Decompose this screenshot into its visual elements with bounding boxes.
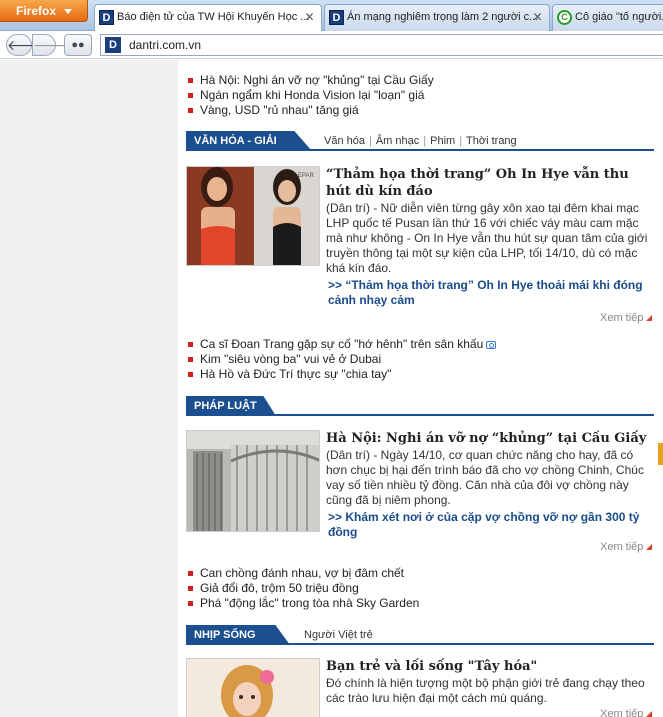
loading-favicon-icon: C xyxy=(557,10,572,25)
tab-co-giao[interactable]: C Cô giáo "tố người... xyxy=(552,4,663,31)
article-photo-house[interactable] xyxy=(186,430,320,532)
tab-an-mang[interactable]: D Án mạng nghiêm trọng làm 2 người c... … xyxy=(324,4,550,31)
related-link[interactable]: >> Khám xét nơi ở của cặp vợ chồng vỡ nợ… xyxy=(326,510,654,540)
section-sub-links: Người Việt trẻ xyxy=(300,629,377,641)
sub-link[interactable]: Phim xyxy=(426,135,459,147)
chevron-down-icon xyxy=(64,9,73,15)
article-lead: Đó chính là hiện tượng một bộ phận giới … xyxy=(326,676,645,705)
back-button[interactable]: 🡐 xyxy=(6,34,45,56)
tab-title: Báo điện tử của TW Hội Khuyến Học ... xyxy=(117,11,310,23)
sub-link[interactable]: Người Việt trẻ xyxy=(300,629,377,641)
read-more-label: Xem tiếp xyxy=(600,708,644,717)
read-more-label: Xem tiếp xyxy=(600,541,644,553)
list-item[interactable]: Ngán ngẩm khi Honda Vision lại "loạn" gi… xyxy=(186,88,654,103)
list-item-text: Ca sĩ Đoan Trang gặp sự cố "hớ hênh" trê… xyxy=(200,337,484,351)
read-more-link[interactable]: Xem tiếp xyxy=(600,541,653,553)
sub-link[interactable]: Văn hóa xyxy=(320,135,369,147)
users-icon: ●● xyxy=(71,39,85,51)
camera-icon xyxy=(486,340,497,349)
article-van-hoa: “Thảm họa thời trang” Oh In Hye vẫn thu … xyxy=(326,166,654,308)
dantri-favicon-icon: D xyxy=(329,10,344,25)
url-text[interactable]: dantri.com.vn xyxy=(129,38,201,52)
list-item[interactable]: Kim "siêu vòng ba" vui vẻ ở Dubai xyxy=(186,352,654,367)
list-item[interactable]: Vàng, USD "rủ nhau" tăng giá xyxy=(186,103,654,118)
list-item[interactable]: Can chồng đánh nhau, vợ bị đâm chết xyxy=(186,566,654,581)
tab-dantri-home[interactable]: D Báo điện tử của TW Hội Khuyến Học ... … xyxy=(94,4,322,32)
dantri-favicon-icon: D xyxy=(99,10,114,25)
top-news-list: Hà Nội: Nghi án vỡ nợ "khủng" tại Cầu Gi… xyxy=(186,73,654,118)
navigation-toolbar: 🡐 🡒 ●● D dantri.com.vn xyxy=(0,31,663,59)
close-tab-icon[interactable]: ✕ xyxy=(303,11,316,24)
section-title[interactable]: PHÁP LUẬT xyxy=(186,396,276,416)
browser-titlebar: Firefox D Báo điện tử của TW Hội Khuyến … xyxy=(0,0,663,32)
related-link[interactable]: >> “Thảm họa thời trang” Oh In Hye thoải… xyxy=(326,278,654,308)
corner-arrow-icon xyxy=(646,544,653,551)
firefox-menu-label: Firefox xyxy=(16,4,57,18)
article-photo-oh-in-hye[interactable]: EPAR xyxy=(186,166,320,266)
corner-arrow-icon xyxy=(646,315,653,322)
section-list-phap-luat: Can chồng đánh nhau, vợ bị đâm chết Giả … xyxy=(186,566,654,611)
section-header-nhip-song-tre: NHỊP SỐNG TRẺ Người Việt trẻ xyxy=(186,625,654,645)
read-more-link[interactable]: Xem tiếp xyxy=(600,708,653,717)
list-item[interactable]: Hà Nội: Nghi án vỡ nợ "khủng" tại Cầu Gi… xyxy=(186,73,654,88)
section-header-phap-luat: PHÁP LUẬT xyxy=(186,396,654,416)
corner-arrow-icon xyxy=(646,711,653,717)
address-bar[interactable]: D dantri.com.vn xyxy=(100,34,663,56)
close-tab-icon[interactable]: ✕ xyxy=(531,11,544,24)
feedback-tab[interactable] xyxy=(658,443,663,465)
section-list-van-hoa: Ca sĩ Đoan Trang gặp sự cố "hớ hênh" trê… xyxy=(186,337,654,382)
article-photo-girl[interactable] xyxy=(186,658,320,717)
section-header-van-hoa: VĂN HÓA - GIẢI TRÍ Văn hóa | Âm nhạc | Phim |… xyxy=(186,131,654,151)
list-item[interactable]: Hà Hồ và Đức Trí thực sự "chia tay" xyxy=(186,367,654,382)
page-viewport: Hà Nội: Nghi án vỡ nợ "khủng" tại Cầu Gi… xyxy=(0,60,663,717)
tab-title: Án mạng nghiêm trọng làm 2 người c... xyxy=(347,11,539,23)
identity-button[interactable]: ●● xyxy=(64,34,92,56)
section-title[interactable]: VĂN HÓA - GIẢI TRÍ xyxy=(186,131,312,151)
list-item[interactable]: Phá "động lắc" trong tòa nhà Sky Garden xyxy=(186,596,654,611)
article-headline[interactable]: Bạn trẻ và lối sống "Tây hóa" xyxy=(326,658,654,675)
article-headline[interactable]: Hà Nội: Nghi án vỡ nợ “khủng” tại Cầu Gi… xyxy=(326,430,654,447)
sub-link[interactable]: Thời trang xyxy=(462,135,521,147)
firefox-menu-button[interactable]: Firefox xyxy=(0,0,88,22)
article-headline[interactable]: “Thảm họa thời trang” Oh In Hye vẫn thu … xyxy=(326,166,654,200)
section-title[interactable]: NHỊP SỐNG TRẺ xyxy=(186,625,290,645)
section-sub-links: Văn hóa | Âm nhạc | Phim | Thời trang xyxy=(320,135,521,147)
read-more-label: Xem tiếp xyxy=(600,312,644,324)
sub-link[interactable]: Âm nhạc xyxy=(372,135,423,147)
forward-button[interactable]: 🡒 xyxy=(32,34,71,56)
article-lead: (Dân trí) - Nữ diễn viên từng gây xôn xa… xyxy=(326,201,648,275)
photo-image xyxy=(187,659,319,717)
photo-image xyxy=(187,431,319,531)
photo-image: EPAR xyxy=(187,167,319,265)
article-lead: (Dân trí) - Ngày 14/10, cơ quan chức năn… xyxy=(326,448,644,507)
article-nhip-song-tre: Bạn trẻ và lối sống "Tây hóa" Đó chính l… xyxy=(326,658,654,706)
tab-title: Cô giáo "tố người... xyxy=(575,11,663,23)
dantri-favicon-icon: D xyxy=(105,37,121,53)
read-more-link[interactable]: Xem tiếp xyxy=(600,312,653,324)
article-phap-luat: Hà Nội: Nghi án vỡ nợ “khủng” tại Cầu Gi… xyxy=(326,430,654,540)
list-item[interactable]: Ca sĩ Đoan Trang gặp sự cố "hớ hênh" trê… xyxy=(186,337,654,352)
svg-text:EPAR: EPAR xyxy=(298,173,315,179)
list-item[interactable]: Giả đổi đô, trộm 50 triệu đồng xyxy=(186,581,654,596)
left-sidebar-background xyxy=(0,60,178,717)
